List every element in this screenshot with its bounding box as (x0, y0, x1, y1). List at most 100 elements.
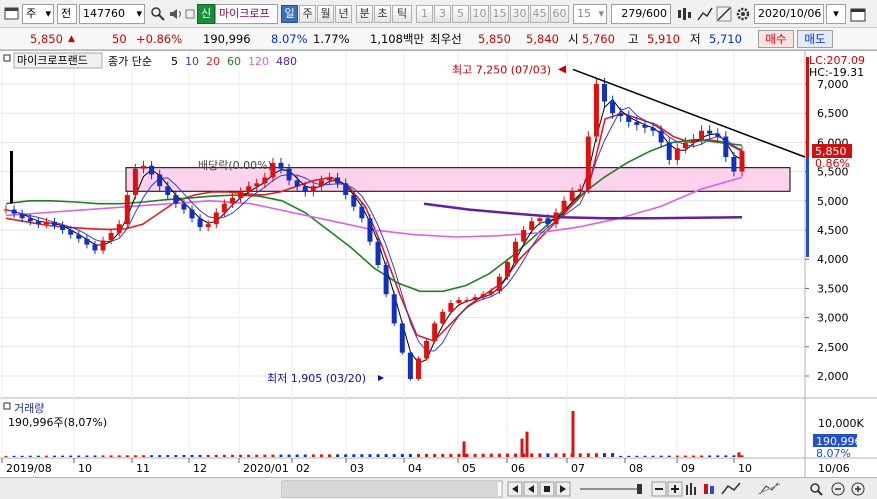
zoom-out-icon[interactable] (651, 481, 667, 497)
candle-body (577, 189, 583, 193)
search-icon[interactable] (810, 483, 823, 496)
candle-body (674, 148, 680, 160)
interval-select[interactable]: 15 ▾ (573, 4, 607, 24)
sell-button[interactable]: 매도 (797, 30, 833, 48)
gear-icon[interactable] (735, 6, 751, 22)
volume-bar (433, 453, 437, 457)
zoom-plus-icon[interactable] (851, 482, 865, 496)
zoom-minus-icon[interactable] (831, 482, 845, 496)
legend-prefix: 종가 단순 (108, 55, 152, 68)
candle-body (343, 183, 349, 195)
volume-bar (69, 455, 73, 457)
volume-bar (190, 455, 194, 457)
candle-body (375, 241, 381, 266)
scroll-thumb[interactable] (282, 481, 498, 497)
volume-bar (691, 455, 695, 457)
volume-bar (538, 453, 542, 457)
stock-code-input[interactable]: 147760 ▾ (79, 4, 145, 24)
draw-line-icon[interactable] (716, 6, 732, 22)
volume-bar (368, 454, 372, 457)
volume-bar (255, 454, 259, 457)
compare-icon[interactable] (757, 482, 781, 495)
chart-tools-icon[interactable] (676, 6, 692, 22)
buy-button[interactable]: 매수 (758, 30, 794, 48)
minute-60-button[interactable]: 60 (550, 5, 569, 23)
candle-body (140, 165, 146, 169)
volume-bar (627, 455, 631, 457)
page-counter-field[interactable]: 279/600 (611, 4, 671, 24)
bar-chart-icon[interactable] (686, 483, 696, 495)
new-badge-text: 신 (201, 7, 212, 20)
volume-bar (263, 454, 267, 457)
candle-body (424, 340, 430, 359)
stock-name-text: 마이크로프 (219, 7, 270, 20)
volume-bar (441, 453, 445, 457)
period-second-label: 초 (377, 7, 388, 20)
volume-summary: 190,996주(8,07%) (8, 416, 107, 429)
line-type-icon[interactable] (721, 482, 741, 495)
first-page-icon[interactable] (507, 481, 523, 497)
period-second-button[interactable]: 초 (374, 5, 391, 23)
period-tick-button[interactable]: 틱 (392, 5, 412, 23)
volume-spike (737, 452, 741, 457)
stop-icon[interactable] (539, 481, 555, 497)
volume-bar (716, 455, 720, 457)
quote-bar: 5,850 ▲ 50 +0.86% 190,996 8.07% 1.77% 1,… (0, 28, 877, 50)
minute-1-button[interactable]: 1 (416, 5, 433, 23)
minute-30-button[interactable]: 30 (510, 5, 529, 23)
prev-icon[interactable] (523, 481, 539, 497)
period-minute-button[interactable]: 분 (356, 5, 373, 23)
zoom-slider-handle[interactable] (637, 484, 642, 494)
candle-body (302, 186, 308, 193)
minute-10-button[interactable]: 10 (470, 5, 489, 23)
volume-bar (166, 455, 170, 457)
chevron-down-icon: ▾ (45, 7, 51, 20)
candle-body (11, 209, 17, 214)
stock-tag: 마이크로프랜드 (17, 54, 88, 67)
candle-body (149, 165, 155, 175)
candle-body (181, 203, 187, 210)
window-icon[interactable] (4, 6, 20, 22)
candle-body (440, 311, 446, 324)
period-year-button[interactable]: 년 (335, 5, 352, 23)
volume-bar (360, 454, 364, 457)
minute-5-button[interactable]: 5 (452, 5, 469, 23)
minute-3-button[interactable]: 3 (434, 5, 451, 23)
volume-bar (497, 453, 501, 457)
trend-line-icon[interactable] (697, 6, 713, 22)
date-dropdown-button[interactable]: ▾ (826, 4, 846, 24)
next-icon[interactable] (555, 481, 571, 497)
minute-15-button[interactable]: 15 (490, 5, 509, 23)
volume-bar (562, 453, 566, 457)
candle-body (173, 194, 179, 204)
period-day-button[interactable]: 일 (281, 5, 298, 23)
candle-type-icon[interactable] (704, 484, 714, 494)
zoom-in-icon[interactable] (667, 481, 683, 497)
volume-bar (416, 453, 420, 457)
price-tick-label: 7,000 (817, 78, 849, 91)
minute-10-label: 10 (472, 7, 487, 20)
period-month-button[interactable]: 월 (317, 5, 334, 23)
volume-value: 190,996 (203, 32, 251, 46)
market-select[interactable]: 전 (57, 4, 77, 24)
minute-45-button[interactable]: 45 (530, 5, 549, 23)
search-icon[interactable] (150, 6, 166, 22)
candle-body (464, 300, 470, 302)
date-input[interactable]: 2020/10/06 (754, 4, 824, 24)
period-week-button[interactable]: 주 (299, 5, 316, 23)
mode-select[interactable]: 주 ▾ (22, 4, 54, 24)
mode-select-value: 주 (26, 7, 37, 20)
high-label: 고 (628, 32, 639, 46)
chart-area[interactable]: 마이크로프랜드 종가 단순 5 10 20 60 120 480 최고 7,250 (07… (0, 50, 877, 478)
ma-legend-item: 5 (171, 55, 178, 68)
calendar-icon[interactable] (850, 6, 866, 22)
candle-body (68, 230, 74, 235)
candle-body (593, 84, 599, 137)
volume-axis-label: 10,000K (818, 417, 864, 430)
sound-icon[interactable] (168, 6, 184, 22)
stock-name-field[interactable]: 마이크로프 (215, 4, 278, 24)
volume-bar (603, 453, 607, 457)
page-total-value: /600 (642, 7, 667, 20)
candle-body (238, 192, 244, 198)
price-chart-svg[interactable]: 마이크로프랜드 종가 단순 5 10 20 60 120 480 최고 7,250 (07… (0, 51, 877, 478)
